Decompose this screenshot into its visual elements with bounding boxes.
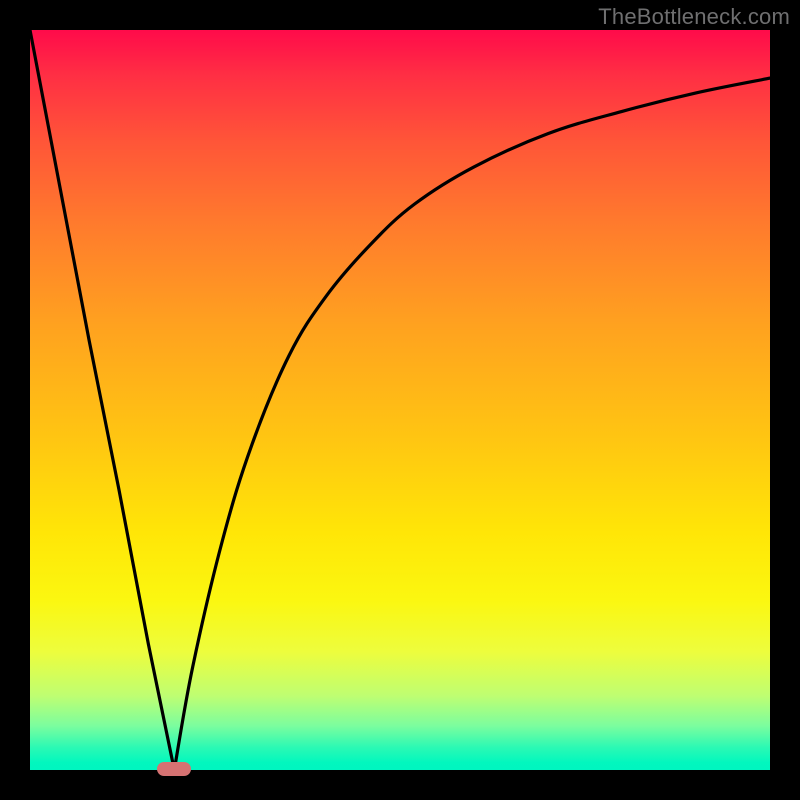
chart-frame: TheBottleneck.com: [0, 0, 800, 800]
curve-path: [30, 30, 770, 770]
watermark-text: TheBottleneck.com: [598, 4, 790, 30]
minimum-marker: [157, 762, 191, 776]
plot-area: [30, 30, 770, 770]
bottleneck-curve: [30, 30, 770, 770]
